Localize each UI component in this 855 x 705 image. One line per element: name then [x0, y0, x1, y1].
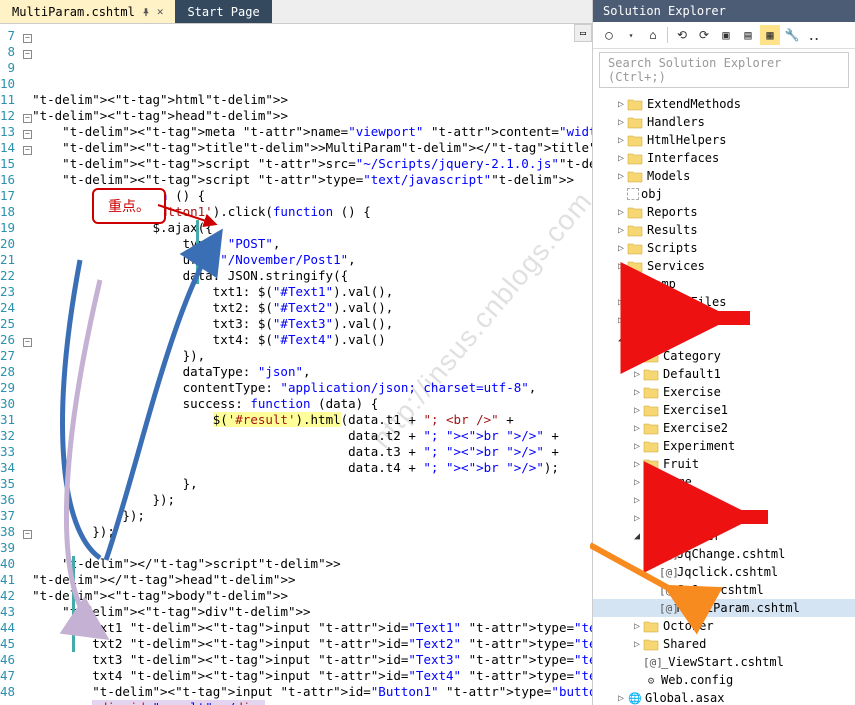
editor-pane: MultiParam.cshtml ✕ Start Page 789101112… — [0, 0, 593, 705]
tree-node[interactable]: ▷Utilities — [593, 311, 855, 329]
tree-node[interactable]: ▷Exercise — [593, 383, 855, 401]
pin-icon — [141, 7, 151, 17]
tree-node[interactable]: [@]MultiParam.cshtml — [593, 599, 855, 617]
tree-node[interactable]: ▷Exercise1 — [593, 401, 855, 419]
code-area[interactable]: "t-delim"><"t-tag">html"t-delim">>"t-del… — [32, 24, 592, 705]
tree-node[interactable]: ▷Home — [593, 473, 855, 491]
tree-node[interactable]: ▷Category — [593, 347, 855, 365]
tree-node[interactable]: ▷Scripts — [593, 239, 855, 257]
callout: 重点。 — [92, 188, 166, 224]
tree-node[interactable]: ▷🌐Global.asax — [593, 689, 855, 705]
fold-gutter[interactable]: −−−−−−− — [23, 24, 32, 705]
tree-node[interactable]: ▷Default1 — [593, 365, 855, 383]
tree-node[interactable]: Temp — [593, 275, 855, 293]
collapse-icon[interactable]: ▣ — [716, 25, 736, 45]
tree-node[interactable]: ▷ExtendMethods — [593, 95, 855, 113]
tree[interactable]: ▷ExtendMethods▷Handlers▷HtmlHelpers▷Inte… — [593, 91, 855, 705]
tree-node[interactable]: ▷Interfaces — [593, 149, 855, 167]
line-numbers: 7891011121314151617181920212223242526272… — [0, 24, 23, 705]
tree-node[interactable]: ▷Kind — [593, 491, 855, 509]
refresh-icon[interactable]: ⟳ — [694, 25, 714, 45]
tree-node[interactable]: ▷Services — [593, 257, 855, 275]
close-icon[interactable]: ✕ — [157, 5, 164, 18]
tab-active[interactable]: MultiParam.cshtml ✕ — [0, 0, 175, 23]
show-all-icon[interactable]: ▤ — [738, 25, 758, 45]
tab-bar: MultiParam.cshtml ✕ Start Page — [0, 0, 592, 24]
home-icon[interactable]: ⌂ — [643, 25, 663, 45]
tree-node[interactable]: [@]JqOne.cshtml — [593, 581, 855, 599]
forward-icon[interactable]: ▾ — [621, 25, 641, 45]
tab-label: Start Page — [187, 5, 259, 19]
tree-node[interactable]: ◢November — [593, 527, 855, 545]
tree-node[interactable]: ▷October — [593, 617, 855, 635]
tree-node[interactable]: ▷UploadFiles — [593, 293, 855, 311]
properties-icon[interactable]: 🔧 — [782, 25, 802, 45]
tab[interactable]: Start Page — [175, 0, 271, 23]
tree-node[interactable]: [@]JqChange.cshtml — [593, 545, 855, 563]
split-icon[interactable]: ▭ — [574, 24, 592, 42]
tree-node[interactable]: [@]Jqclick.cshtml — [593, 563, 855, 581]
tree-node[interactable]: obj — [593, 185, 855, 203]
code-editor[interactable]: 7891011121314151617181920212223242526272… — [0, 24, 592, 705]
more-icon[interactable]: ‥ — [804, 25, 824, 45]
search-input[interactable]: Search Solution Explorer (Ctrl+;) — [599, 52, 849, 88]
tree-node[interactable]: ◢Views — [593, 329, 855, 347]
tree-node[interactable]: [@]_ViewStart.cshtml — [593, 653, 855, 671]
tree-node[interactable]: ⚙Web.config — [593, 671, 855, 689]
panel-title: Solution Explorer — [593, 0, 855, 22]
tree-node[interactable]: ▷Reports — [593, 203, 855, 221]
change-bar — [196, 220, 199, 284]
preview-icon[interactable]: ▦ — [760, 25, 780, 45]
tab-label: MultiParam.cshtml — [12, 5, 135, 19]
tree-node[interactable]: ▷Fruit — [593, 455, 855, 473]
solution-explorer: Solution Explorer ◯ ▾ ⌂ ⟲ ⟳ ▣ ▤ ▦ 🔧 ‥ Se… — [593, 0, 855, 705]
tree-node[interactable]: ▷HtmlHelpers — [593, 131, 855, 149]
tree-node[interactable]: ▷Handlers — [593, 113, 855, 131]
back-icon[interactable]: ◯ — [599, 25, 619, 45]
sync-icon[interactable]: ⟲ — [672, 25, 692, 45]
tree-node[interactable]: ▷Shared — [593, 635, 855, 653]
explorer-toolbar: ◯ ▾ ⌂ ⟲ ⟳ ▣ ▤ ▦ 🔧 ‥ — [593, 22, 855, 49]
change-bar — [72, 556, 75, 652]
tree-node[interactable]: ▷Member — [593, 509, 855, 527]
tree-node[interactable]: ▷Experiment — [593, 437, 855, 455]
tree-node[interactable]: ▷Results — [593, 221, 855, 239]
tree-node[interactable]: ▷Exercise2 — [593, 419, 855, 437]
tree-node[interactable]: ▷Models — [593, 167, 855, 185]
